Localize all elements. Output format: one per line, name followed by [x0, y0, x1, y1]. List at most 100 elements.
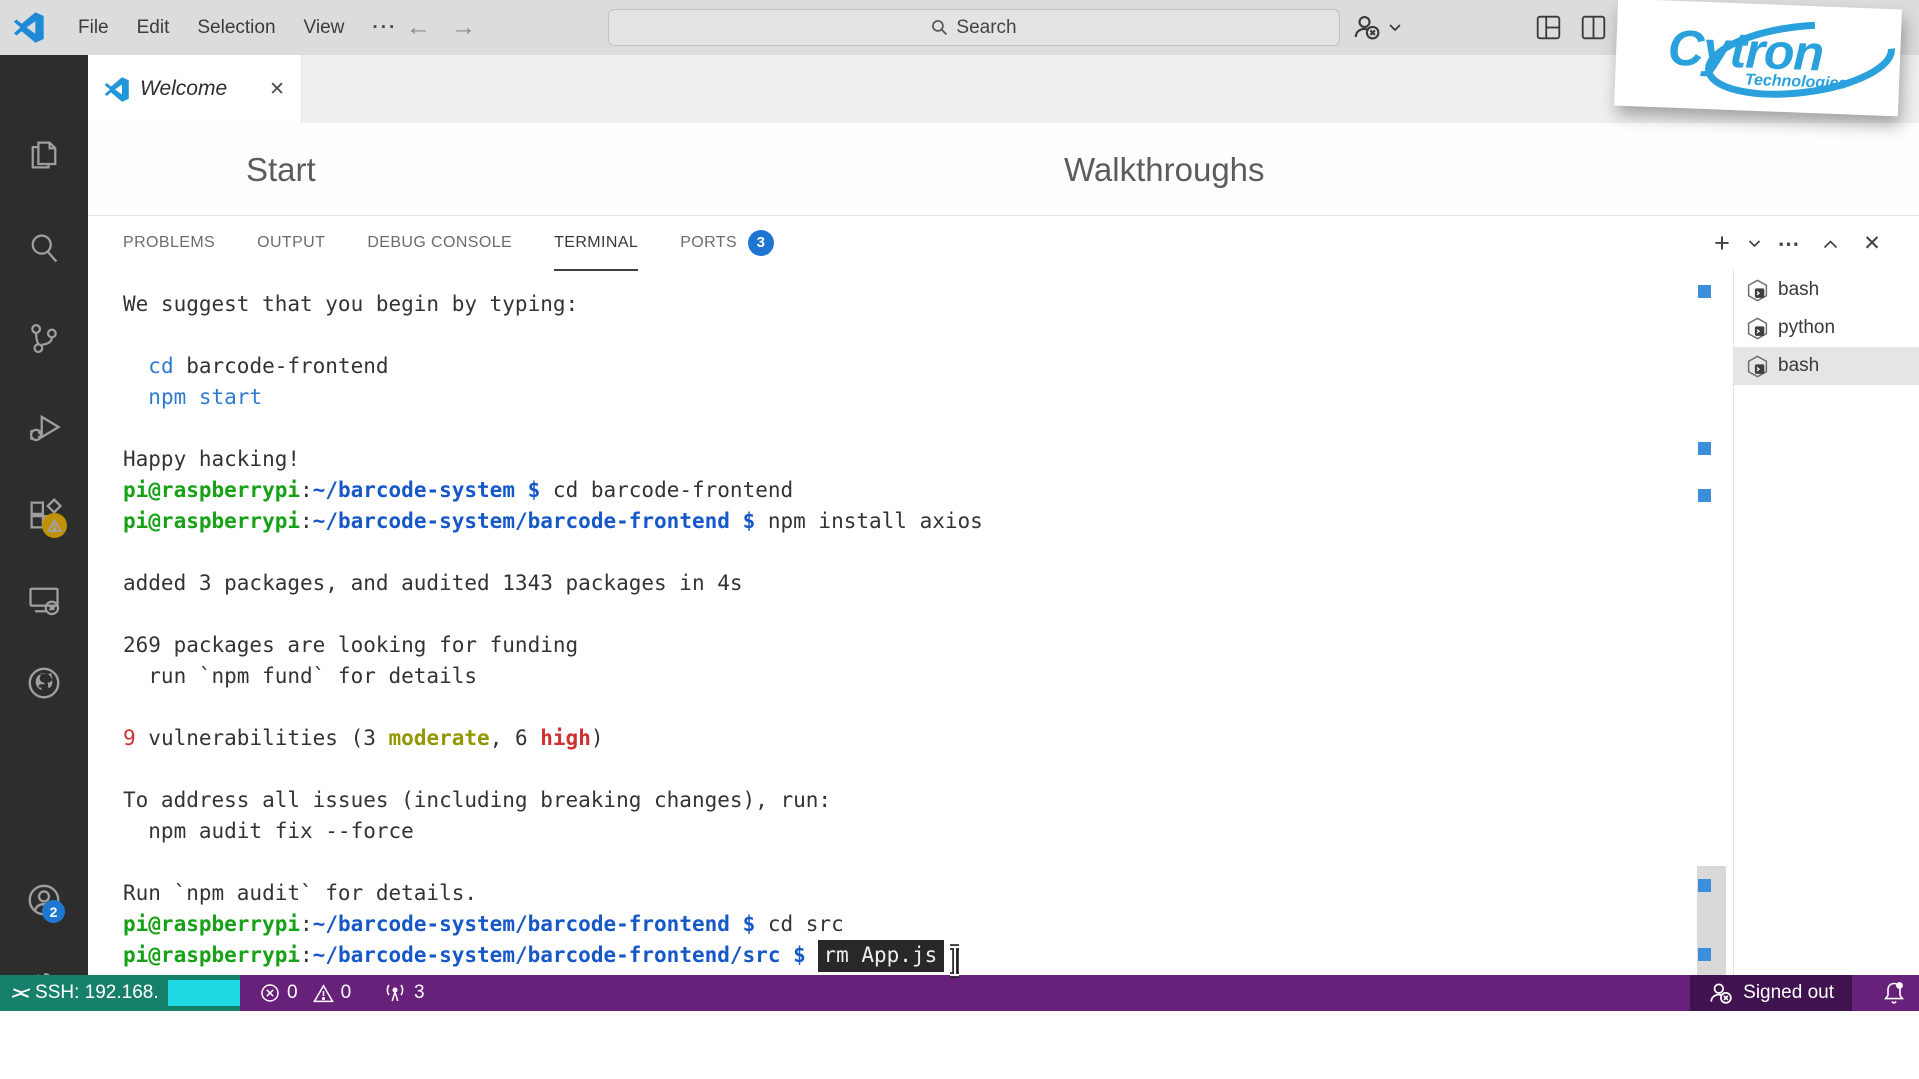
- terminal-line: 269 packages are looking for funding: [123, 633, 579, 657]
- run-debug-icon[interactable]: [0, 397, 88, 457]
- terminal-line: npm audit fix --force: [123, 819, 414, 843]
- terminal-instance-icon: [1747, 317, 1768, 339]
- more-menus-icon[interactable]: ···: [358, 17, 411, 39]
- text-cursor-ibeam: [950, 944, 959, 978]
- status-bar: >< SSH: 192.168. 0 0 3 Signed out: [0, 975, 1919, 1011]
- terminal-instance-list: bash python bash: [1734, 271, 1919, 385]
- terminal-line: 9 vulnerabilities (3 moderate, 6 high): [123, 726, 604, 750]
- maximize-panel-icon[interactable]: [1809, 239, 1851, 249]
- forward-arrow-icon[interactable]: →: [451, 13, 476, 42]
- source-control-icon[interactable]: [0, 308, 88, 368]
- menu-bar: File Edit Selection View ···: [64, 0, 411, 55]
- tab-terminal[interactable]: TERMINAL: [554, 216, 639, 271]
- search-label: Search: [956, 16, 1017, 38]
- account-error-icon: [1354, 15, 1380, 40]
- brand-name: Cytron: [1666, 19, 1825, 81]
- accounts-badge: 2: [42, 900, 65, 923]
- ip-redaction-box: [167, 980, 240, 1006]
- extensions-icon[interactable]: [0, 485, 88, 545]
- terminal-instance-bash-2[interactable]: bash: [1734, 347, 1919, 385]
- ruler-command-mark: [1698, 285, 1711, 298]
- split-editor-icon[interactable]: [1581, 15, 1606, 40]
- bell-icon: [1884, 982, 1904, 1004]
- ruler-command-mark: [1698, 879, 1711, 892]
- extensions-warning-badge-icon: [42, 513, 67, 538]
- ports-count: 3: [414, 982, 425, 1003]
- tab-output[interactable]: OUTPUT: [257, 216, 325, 271]
- terminal-instance-bash-1[interactable]: bash: [1734, 271, 1919, 309]
- chevron-down-icon[interactable]: [1739, 239, 1769, 248]
- start-heading: Start: [246, 151, 316, 188]
- signed-out-status[interactable]: Signed out: [1690, 975, 1852, 1011]
- terminal-instance-icon: [1747, 279, 1768, 301]
- accounts-icon[interactable]: 2: [0, 870, 88, 930]
- close-panel-icon[interactable]: ✕: [1851, 231, 1893, 256]
- tab-title: Welcome: [140, 77, 228, 100]
- command-center-search[interactable]: Search: [608, 9, 1340, 46]
- chevron-down-icon: [1389, 24, 1401, 32]
- new-terminal-icon[interactable]: +: [1705, 228, 1739, 259]
- vscode-logo-icon: [13, 12, 44, 43]
- account-menu[interactable]: [1352, 12, 1402, 42]
- more-actions-icon[interactable]: ⋯: [1769, 231, 1809, 257]
- search-icon[interactable]: [0, 218, 88, 278]
- terminal-line: cd barcode-frontend: [148, 354, 389, 378]
- terminal-line: npm start: [148, 385, 263, 409]
- terminal-line: Happy hacking!: [123, 447, 301, 471]
- warning-count: 0: [340, 982, 352, 1003]
- ruler-command-mark: [1698, 442, 1711, 455]
- remote-label: SSH: 192.168.: [35, 982, 159, 1003]
- problems-status[interactable]: 0 0: [260, 975, 351, 1011]
- vscode-file-icon: [104, 76, 129, 102]
- panel-actions: + ⋯ ✕: [1705, 216, 1893, 271]
- explorer-icon[interactable]: [0, 125, 88, 185]
- terminal-output[interactable]: We suggest that you begin by typing: cd …: [123, 289, 1683, 976]
- search-icon: [932, 20, 948, 36]
- terminal-line: added 3 packages, and audited 1343 packa…: [123, 571, 743, 595]
- forwarded-ports-status[interactable]: 3: [383, 975, 425, 1011]
- github-icon[interactable]: [0, 653, 88, 713]
- terminal-line: run `npm fund` for details: [123, 664, 478, 688]
- menu-edit[interactable]: Edit: [123, 17, 184, 39]
- terminal-line: pi@raspberrypi:~/barcode-system/barcode-…: [123, 940, 1683, 972]
- terminal-instance-icon: [1747, 355, 1768, 377]
- terminal-line: pi@raspberrypi:~/barcode-system/barcode-…: [123, 506, 1683, 537]
- cytron-logo-card: Cytron Technologies: [1614, 0, 1902, 117]
- terminal-line: Run `npm audit` for details.: [123, 881, 478, 905]
- terminal-instance-label: bash: [1778, 355, 1820, 376]
- customize-layout-icon[interactable]: [1536, 15, 1561, 40]
- broadcast-icon: [386, 984, 404, 1002]
- notifications-bell[interactable]: [1882, 975, 1906, 1011]
- tab-ports[interactable]: PORTS 3: [680, 216, 775, 271]
- terminal-instance-python[interactable]: python: [1734, 309, 1919, 347]
- menu-view[interactable]: View: [290, 17, 359, 39]
- close-tab-icon[interactable]: ✕: [269, 78, 285, 101]
- terminal-line: pi@raspberrypi:~/barcode-system $ cd bar…: [123, 475, 1683, 506]
- menu-selection[interactable]: Selection: [183, 17, 289, 39]
- signed-out-label: Signed out: [1743, 982, 1834, 1003]
- tab-debug-console[interactable]: DEBUG CONSOLE: [367, 216, 512, 271]
- terminal-line: We suggest that you begin by typing:: [123, 292, 579, 316]
- error-count: 0: [287, 982, 298, 1003]
- tab-problems[interactable]: PROBLEMS: [123, 216, 215, 271]
- remote-explorer-icon[interactable]: [0, 570, 88, 630]
- vscode-window: File Edit Selection View ··· ← → Search: [0, 0, 1919, 1079]
- ports-count-badge: 3: [748, 229, 775, 256]
- ruler-command-mark: [1698, 948, 1711, 961]
- walkthroughs-heading: Walkthroughs: [1064, 151, 1265, 188]
- menu-file[interactable]: File: [64, 17, 123, 39]
- tab-welcome[interactable]: Welcome ✕: [88, 55, 302, 123]
- bottom-panel: PROBLEMS OUTPUT DEBUG CONSOLE TERMINAL P…: [88, 215, 1919, 975]
- remote-icon: ><: [10, 982, 29, 1003]
- back-arrow-icon[interactable]: ←: [406, 13, 431, 42]
- terminal-instance-label: bash: [1778, 279, 1820, 300]
- remote-ssh-indicator[interactable]: >< SSH: 192.168.: [0, 975, 240, 1011]
- welcome-page: Start Walkthroughs: [88, 123, 1919, 215]
